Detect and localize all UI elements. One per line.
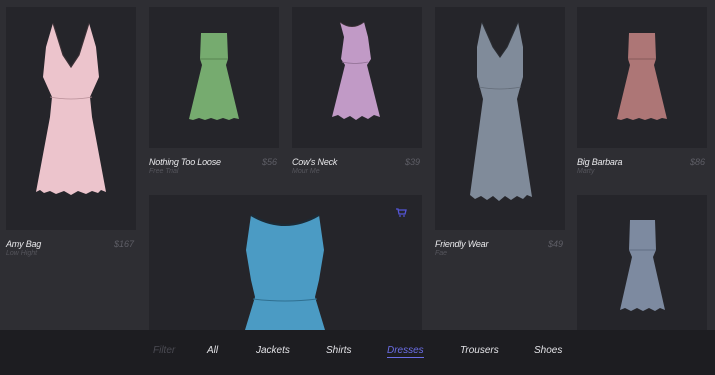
product-card-friendly-wear[interactable]: Friendly Wear Fae $49 — [429, 0, 572, 330]
product-brand: Fae — [435, 250, 448, 257]
product-image[interactable] — [292, 7, 422, 148]
product-image[interactable] — [577, 195, 707, 330]
add-to-cart-icon[interactable] — [396, 204, 407, 217]
product-image[interactable] — [6, 7, 136, 230]
nav-item-trousers[interactable]: Trousers — [460, 345, 499, 356]
product-brand: Free Trial — [149, 168, 179, 175]
product-image[interactable] — [149, 7, 279, 148]
product-name: Amy Bag — [6, 239, 42, 249]
product-card-big-barbara[interactable]: Big Barbara Marty $86 — [572, 0, 715, 190]
product-card-cows-neck[interactable]: Cow's Neck Mour Me $39 — [286, 0, 429, 190]
product-image[interactable] — [577, 7, 707, 148]
product-name: Friendly Wear — [435, 239, 489, 249]
dress-sleeveless-image — [332, 21, 380, 120]
product-brand: Marty — [577, 168, 595, 175]
product-name: Big Barbara — [577, 157, 623, 167]
product-card-amy-bag[interactable]: Amy Bag Low Hight $167 — [0, 0, 143, 330]
product-image[interactable] — [149, 195, 422, 330]
product-card-featured[interactable] — [143, 190, 429, 330]
nav-item-all[interactable]: All — [207, 345, 218, 356]
dress-featured-image — [245, 214, 325, 330]
nav-item-jackets[interactable]: Jackets — [256, 345, 290, 356]
product-price: $39 — [404, 157, 420, 167]
product-price: $86 — [689, 157, 705, 167]
product-card-nothing-too-loose[interactable]: Nothing Too Loose Free Trial $56 — [143, 0, 286, 190]
nav-item-shoes[interactable]: Shoes — [534, 345, 562, 356]
dress-strapless-image — [617, 33, 667, 120]
nav-item-shirts[interactable]: Shirts — [326, 345, 352, 356]
product-price: $49 — [547, 239, 563, 249]
dress-strapless-image — [189, 33, 239, 120]
dress-strapless-image — [620, 220, 665, 311]
product-image[interactable] — [435, 7, 565, 230]
product-brand: Mour Me — [292, 168, 320, 175]
product-price: $167 — [113, 239, 134, 249]
product-price: $56 — [261, 157, 277, 167]
product-name: Nothing Too Loose — [149, 157, 221, 167]
product-name: Cow's Neck — [292, 157, 338, 167]
product-brand: Low Hight — [6, 250, 38, 257]
dress-long-v-neck-image — [36, 22, 106, 195]
dress-long-v-neck-image — [470, 21, 532, 201]
nav-filter-label: Filter — [153, 345, 176, 356]
product-card-bottom-right[interactable] — [572, 190, 715, 330]
category-nav: Filter All Jackets Shirts Dresses Trouse… — [0, 330, 715, 375]
nav-item-dresses[interactable]: Dresses — [387, 345, 424, 358]
